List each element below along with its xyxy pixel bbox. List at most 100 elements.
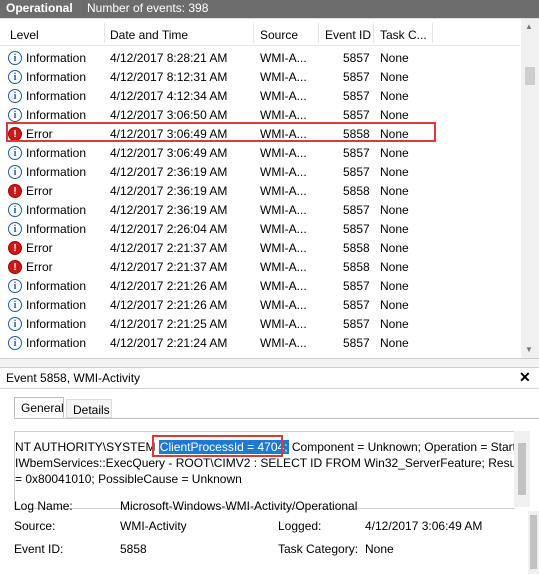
- scrollbar-thumb[interactable]: [530, 515, 537, 569]
- cell-task-category: None: [380, 146, 409, 160]
- cell-date-time: 4/12/2017 8:12:31 AM: [110, 70, 228, 84]
- event-count: Number of events: 398: [87, 1, 209, 15]
- close-icon[interactable]: ✕: [519, 369, 531, 386]
- cell-date-time: 4/12/2017 2:36:19 AM: [110, 203, 228, 217]
- cell-level: Information: [26, 165, 87, 179]
- table-row[interactable]: i Information 4/12/2017 2:21:24 AM WMI-A...…: [0, 334, 520, 353]
- message-scrollbar[interactable]: [514, 431, 530, 507]
- table-row[interactable]: i Information 4/12/2017 2:36:19 AM WMI-A...…: [0, 163, 520, 182]
- log-name-label: Log Name:: [14, 499, 73, 513]
- information-icon: i: [8, 51, 22, 65]
- event-message-box[interactable]: NT AUTHORITY\SYSTEM ClientProcessId = 47…: [14, 431, 515, 509]
- column-separator[interactable]: [432, 23, 433, 43]
- table-row[interactable]: i Information 4/12/2017 2:21:25 AM WMI-A...…: [0, 315, 520, 334]
- general-panel: NT AUTHORITY\SYSTEM ClientProcessId = 47…: [14, 418, 539, 574]
- cell-event-id: 5857: [343, 317, 370, 331]
- information-icon: i: [8, 89, 22, 103]
- event-detail-header: Event 5858, WMI-Activity ✕: [0, 366, 539, 389]
- cell-level: Error: [26, 260, 53, 274]
- table-row[interactable]: i Information 4/12/2017 2:21:26 AM WMI-A...…: [0, 277, 520, 296]
- scrollbar-thumb[interactable]: [518, 443, 526, 495]
- information-icon: i: [8, 336, 22, 350]
- table-row[interactable]: i Information 4/12/2017 2:36:19 AM WMI-A...…: [0, 201, 520, 220]
- cell-event-id: 5858: [343, 184, 370, 198]
- table-row[interactable]: i Information 4/12/2017 2:21:26 AM WMI-A...…: [0, 296, 520, 315]
- cell-source: WMI-A...: [260, 108, 307, 122]
- table-row[interactable]: ! Error 4/12/2017 2:21:37 AM WMI-A... 5858 No…: [0, 239, 520, 258]
- cell-source: WMI-A...: [260, 222, 307, 236]
- task-category-label: Task Category:: [278, 542, 359, 556]
- column-separator[interactable]: [373, 23, 374, 43]
- cell-date-time: 4/12/2017 2:21:37 AM: [110, 260, 228, 274]
- column-header-date-and-time[interactable]: Date and Time: [110, 28, 188, 42]
- cell-source: WMI-A...: [260, 260, 307, 274]
- cell-source: WMI-A...: [260, 317, 307, 331]
- table-row[interactable]: i Information 4/12/2017 8:12:31 AM WMI-A...…: [0, 68, 520, 87]
- events-grid[interactable]: Level Date and Time Source Event ID Task…: [0, 18, 539, 359]
- cell-source: WMI-A...: [260, 89, 307, 103]
- column-separator[interactable]: [253, 23, 254, 43]
- cell-task-category: None: [380, 70, 409, 84]
- cell-event-id: 5857: [343, 165, 370, 179]
- column-header-source[interactable]: Source: [260, 28, 298, 42]
- table-row[interactable]: ! Error 4/12/2017 2:36:19 AM WMI-A... 5858 No…: [0, 182, 520, 201]
- information-icon: i: [8, 298, 22, 312]
- cell-source: WMI-A...: [260, 146, 307, 160]
- highlight-box: [152, 435, 283, 457]
- cell-task-category: None: [380, 241, 409, 255]
- cell-source: WMI-A...: [260, 203, 307, 217]
- cell-level: Information: [26, 51, 87, 65]
- cell-task-category: None: [380, 279, 409, 293]
- column-separator[interactable]: [318, 23, 319, 43]
- cell-level: Information: [26, 317, 87, 331]
- message-line-1-end: Component = Unknown; Operation = Start: [288, 440, 515, 454]
- scroll-down-arrow-icon[interactable]: ▼: [525, 345, 533, 354]
- scrollbar-thumb[interactable]: [525, 67, 535, 85]
- tab-details[interactable]: Details: [66, 399, 112, 418]
- grid-scrollbar[interactable]: ▲ ▼: [521, 19, 539, 359]
- cell-level: Information: [26, 203, 87, 217]
- highlight-box: [6, 122, 436, 142]
- cell-source: WMI-A...: [260, 165, 307, 179]
- source-label: Source:: [14, 519, 56, 533]
- message-line-3: = 0x80041010; PossibleCause = Unknown: [15, 472, 242, 486]
- cell-date-time: 4/12/2017 3:06:50 AM: [110, 108, 228, 122]
- cell-level: Information: [26, 298, 87, 312]
- message-line-1-start: NT AUTHORITY\SYSTEM: [15, 440, 159, 454]
- task-category-value: None: [365, 542, 394, 556]
- column-header-task-category[interactable]: Task C...: [380, 28, 427, 42]
- cell-date-time: 4/12/2017 2:21:25 AM: [110, 317, 228, 331]
- cell-level: Error: [26, 241, 53, 255]
- column-header-level[interactable]: Level: [10, 28, 39, 42]
- scroll-up-arrow-icon[interactable]: ▲: [525, 22, 533, 31]
- cell-event-id: 5857: [343, 51, 370, 65]
- column-header-event-id[interactable]: Event ID: [325, 28, 371, 42]
- panel-scrollbar[interactable]: [528, 511, 539, 574]
- table-row[interactable]: i Information 4/12/2017 3:06:49 AM WMI-A...…: [0, 144, 520, 163]
- cell-task-category: None: [380, 298, 409, 312]
- cell-date-time: 4/12/2017 8:28:21 AM: [110, 51, 228, 65]
- grid-header: Level Date and Time Source Event ID Task…: [0, 19, 520, 46]
- tab-general[interactable]: General: [14, 397, 64, 418]
- information-icon: i: [8, 146, 22, 160]
- cell-source: WMI-A...: [260, 184, 307, 198]
- cell-task-category: None: [380, 184, 409, 198]
- table-row[interactable]: i Information 4/12/2017 4:12:34 AM WMI-A...…: [0, 87, 520, 106]
- cell-date-time: 4/12/2017 3:06:49 AM: [110, 146, 228, 160]
- cell-date-time: 4/12/2017 4:12:34 AM: [110, 89, 228, 103]
- column-separator[interactable]: [104, 23, 105, 43]
- table-row[interactable]: i Information 4/12/2017 2:26:04 AM WMI-A...…: [0, 220, 520, 239]
- cell-level: Information: [26, 89, 87, 103]
- cell-task-category: None: [380, 260, 409, 274]
- cell-event-id: 5857: [343, 89, 370, 103]
- table-row[interactable]: ! Error 4/12/2017 2:21:37 AM WMI-A... 5858 No…: [0, 258, 520, 277]
- table-row[interactable]: i Information 4/12/2017 8:28:21 AM WMI-A...…: [0, 49, 520, 68]
- cell-task-category: None: [380, 203, 409, 217]
- information-icon: i: [8, 70, 22, 84]
- cell-event-id: 5857: [343, 222, 370, 236]
- cell-event-id: 5858: [343, 241, 370, 255]
- cell-date-time: 4/12/2017 2:26:04 AM: [110, 222, 228, 236]
- cell-task-category: None: [380, 108, 409, 122]
- cell-source: WMI-A...: [260, 279, 307, 293]
- cell-date-time: 4/12/2017 2:21:26 AM: [110, 279, 228, 293]
